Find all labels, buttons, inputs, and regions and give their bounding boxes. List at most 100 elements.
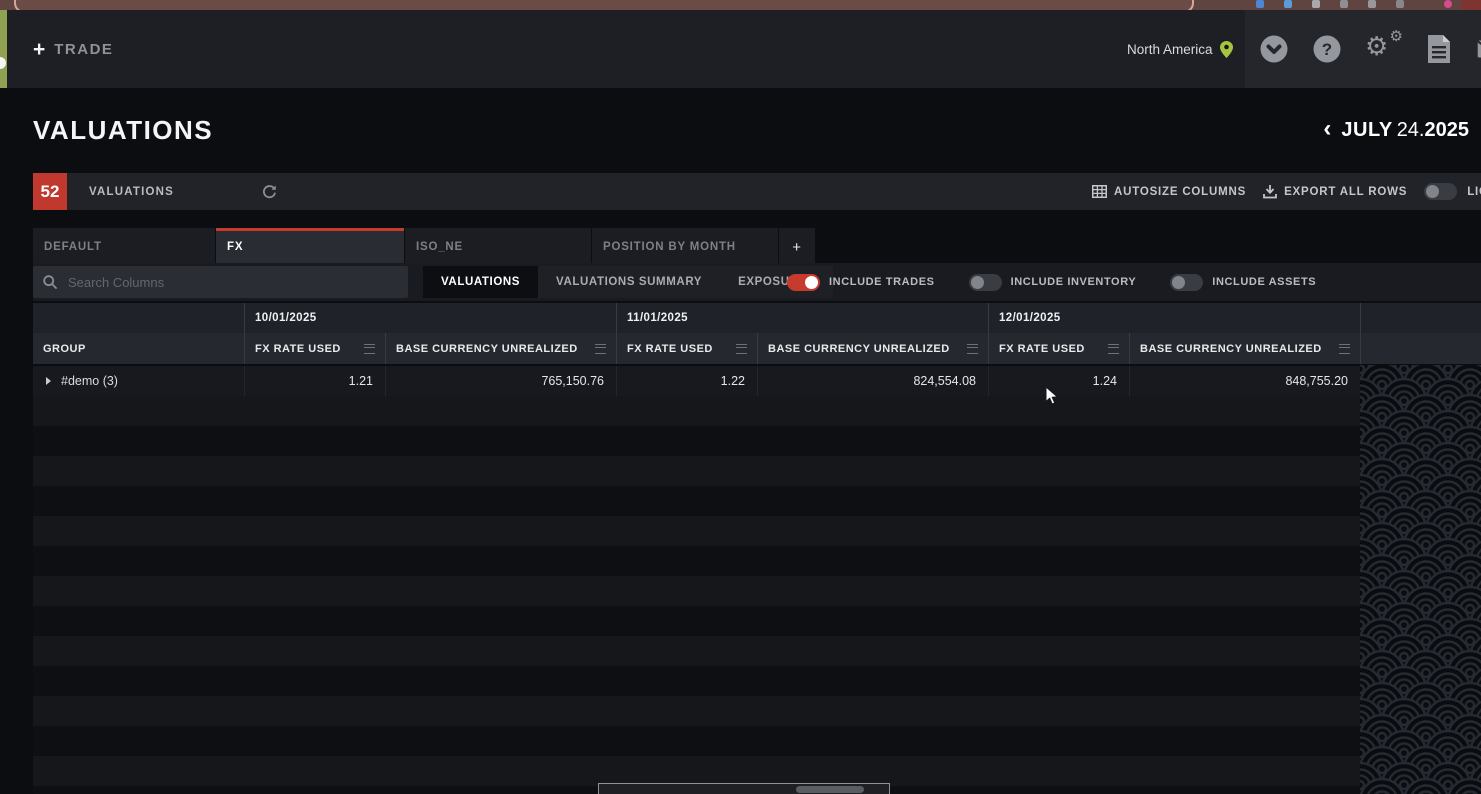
wave-pattern-background — [1360, 365, 1481, 794]
segment-valuations-summary[interactable]: VALUATIONS SUMMARY — [538, 266, 720, 298]
date-group-header: 12/01/2025 — [988, 303, 1360, 333]
tab-fx[interactable]: FX — [216, 228, 404, 263]
region-label: North America — [1127, 42, 1213, 57]
plus-icon: + — [33, 39, 45, 60]
refresh-icon[interactable] — [262, 184, 277, 199]
fx-rate-cell: 1.21 — [244, 366, 385, 396]
group-cell[interactable]: #demo (3) — [33, 366, 244, 396]
search-columns-box — [33, 266, 408, 298]
column-header-fx-rate[interactable]: FX RATE USED — [616, 333, 757, 364]
document-icon[interactable] — [1424, 34, 1454, 64]
table-date-group-header: 10/01/2025 11/01/2025 12/01/2025 — [33, 303, 1481, 333]
browser-extension-icon[interactable] — [1368, 0, 1376, 8]
view-mode-segments: VALUATIONS VALUATIONS SUMMARY EXPOSURES — [423, 266, 833, 298]
date-year: 2025 — [1425, 119, 1470, 141]
settings-gears-icon[interactable]: ⚙ ⚙ — [1365, 32, 1401, 66]
chevron-down-circle-icon[interactable] — [1259, 34, 1289, 64]
date-group-header: 11/01/2025 — [616, 303, 988, 333]
include-inventory-toggle[interactable] — [969, 274, 1002, 291]
search-icon — [43, 275, 57, 289]
tab-position-by-month[interactable]: POSITION BY MONTH — [592, 228, 778, 263]
include-inventory-toggle-group: INCLUDE INVENTORY — [969, 274, 1137, 291]
scrollbar-thumb[interactable] — [796, 786, 864, 793]
export-all-rows-label: EXPORT ALL ROWS — [1284, 186, 1407, 198]
plus-icon: + — [792, 239, 802, 256]
mail-icon[interactable] — [1477, 34, 1481, 64]
column-menu-icon[interactable] — [1339, 344, 1350, 354]
top-navigation-bar: + TRADE North America ? — [7, 10, 1481, 88]
segment-valuations[interactable]: VALUATIONS — [423, 266, 538, 298]
include-trades-toggle-group: INCLUDE TRADES — [787, 274, 935, 291]
light-mode-label: LIGHT MODE — [1467, 186, 1481, 198]
browser-extension-icon[interactable] — [1256, 0, 1264, 8]
column-header-base-currency[interactable]: BASE CURRENCY UNREALIZED — [757, 333, 988, 364]
region-selector[interactable]: North America — [1127, 10, 1233, 88]
grid-icon — [1092, 185, 1107, 198]
svg-text:?: ? — [1322, 40, 1332, 59]
fx-rate-cell: 1.22 — [616, 366, 757, 396]
group-header-spacer — [33, 303, 244, 333]
browser-extension-icon[interactable] — [1312, 0, 1320, 8]
row-count-label: VALUATIONS — [89, 186, 174, 198]
row-count-badge: 52 — [33, 173, 67, 210]
horizontal-scrollbar[interactable] — [598, 783, 890, 794]
browser-extension-icon[interactable] — [1340, 0, 1348, 8]
new-trade-button[interactable]: + TRADE — [33, 10, 113, 88]
left-edge-dot — [0, 57, 6, 69]
column-header-base-currency[interactable]: BASE CURRENCY UNREALIZED — [1129, 333, 1360, 364]
light-mode-toggle[interactable] — [1424, 183, 1457, 200]
page-title: VALUATIONS — [33, 115, 213, 146]
base-currency-cell: 848,755.20 — [1129, 366, 1360, 396]
include-assets-toggle[interactable] — [1170, 274, 1203, 291]
empty-grid-rows — [33, 396, 1360, 794]
column-header-fx-rate[interactable]: FX RATE USED — [244, 333, 385, 364]
browser-profile-badge — [1461, 0, 1481, 10]
table-row[interactable]: #demo (3) 1.21 765,150.76 1.22 824,554.0… — [33, 366, 1360, 396]
group-header-tail — [1360, 303, 1481, 333]
browser-extension-icon[interactable] — [1396, 0, 1404, 8]
include-trades-toggle[interactable] — [787, 274, 820, 291]
browser-extension-icon[interactable] — [1284, 0, 1292, 8]
left-edge-accent — [0, 10, 7, 88]
base-currency-cell: 824,554.08 — [757, 366, 988, 396]
app-window: + TRADE North America ? — [0, 0, 1481, 794]
add-tab-button[interactable]: + — [779, 228, 815, 263]
help-icon[interactable]: ? — [1312, 34, 1342, 64]
search-columns-input[interactable] — [66, 274, 370, 291]
date-group-header: 10/01/2025 — [244, 303, 616, 333]
view-tabs: DEFAULT FX ISO_NE POSITION BY MONTH + — [33, 228, 816, 263]
column-header-tail — [1360, 333, 1481, 364]
browser-extension-icon[interactable] — [1444, 0, 1452, 8]
column-header-group[interactable]: GROUP — [33, 333, 244, 364]
column-menu-icon[interactable] — [736, 344, 747, 354]
date-month: JULY — [1341, 119, 1392, 141]
tab-iso-ne[interactable]: ISO_NE — [405, 228, 591, 263]
valuations-toolbar: 52 VALUATIONS AUTOSIZE COLUMNS — [33, 173, 1481, 210]
table-column-header: GROUP FX RATE USED BASE CURRENCY UNREALI… — [33, 333, 1481, 364]
date-navigator[interactable]: ‹ JULY24.2025 — [1323, 119, 1469, 142]
filter-bar: VALUATIONS VALUATIONS SUMMARY EXPOSURES … — [33, 263, 1481, 301]
topbar-icons: ? ⚙ ⚙ — [1259, 10, 1481, 88]
toolbar-actions: AUTOSIZE COLUMNS EXPORT ALL ROWS LIGHT M… — [1092, 173, 1481, 210]
fx-rate-cell: 1.24 — [988, 366, 1129, 396]
column-menu-icon[interactable] — [1108, 344, 1119, 354]
column-header-base-currency[interactable]: BASE CURRENCY UNREALIZED — [385, 333, 616, 364]
location-pin-icon — [1220, 41, 1233, 58]
autosize-columns-button[interactable]: AUTOSIZE COLUMNS — [1092, 185, 1246, 198]
include-toggles: INCLUDE TRADES INCLUDE INVENTORY INCLUDE… — [787, 263, 1316, 301]
chevron-left-icon[interactable]: ‹ — [1323, 117, 1331, 141]
page-header: VALUATIONS ‹ JULY24.2025 — [33, 88, 1469, 173]
include-assets-toggle-group: INCLUDE ASSETS — [1170, 274, 1316, 291]
trade-button-label: TRADE — [54, 41, 113, 58]
date-day: 24. — [1397, 119, 1425, 141]
autosize-columns-label: AUTOSIZE COLUMNS — [1114, 186, 1246, 198]
column-menu-icon[interactable] — [967, 344, 978, 354]
tab-default[interactable]: DEFAULT — [33, 228, 215, 263]
browser-chrome — [0, 0, 1481, 10]
base-currency-cell: 765,150.76 — [385, 366, 616, 396]
export-all-rows-button[interactable]: EXPORT ALL ROWS — [1263, 185, 1407, 199]
column-header-fx-rate[interactable]: FX RATE USED — [988, 333, 1129, 364]
expand-caret-icon[interactable] — [46, 377, 51, 385]
column-menu-icon[interactable] — [595, 344, 606, 354]
column-menu-icon[interactable] — [364, 344, 375, 354]
